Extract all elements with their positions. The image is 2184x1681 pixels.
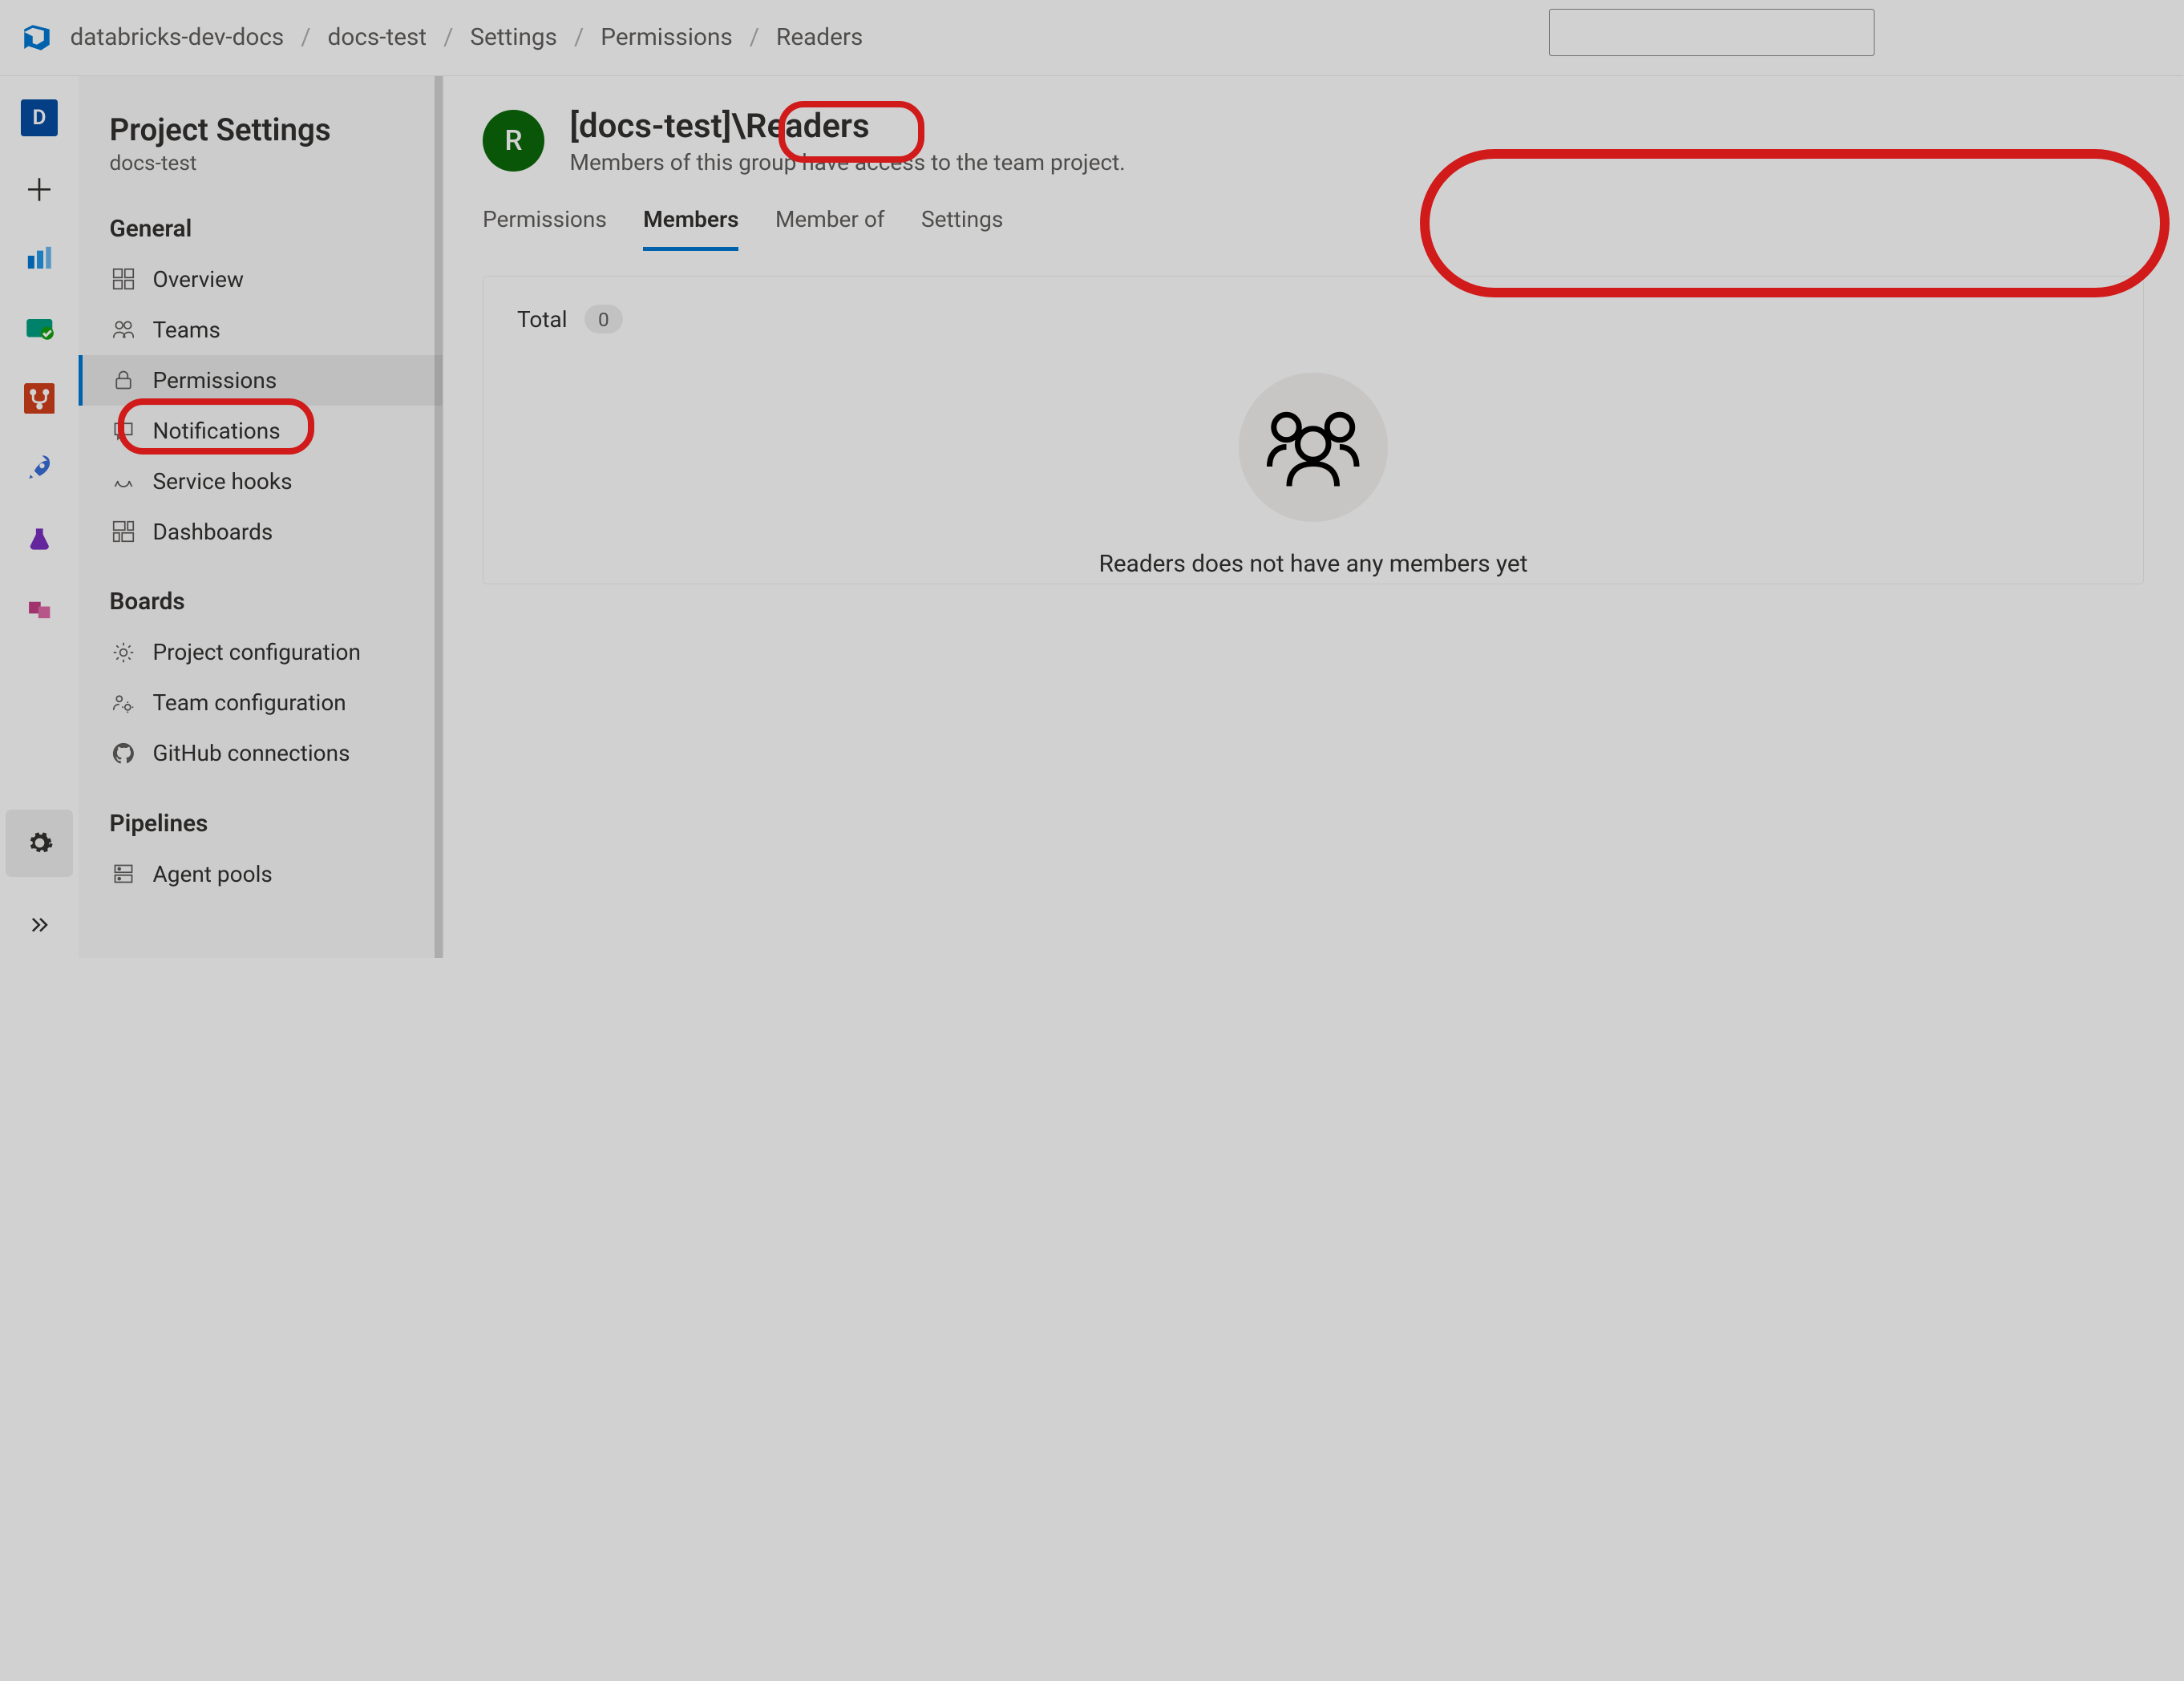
repos-icon: [24, 383, 55, 414]
artifacts-icon: [24, 595, 55, 623]
gear-small-icon: [111, 640, 136, 665]
tab-settings[interactable]: Settings: [921, 198, 1003, 251]
rail-artifacts[interactable]: [11, 581, 67, 637]
sidebar-item-github-connections[interactable]: GitHub connections: [79, 728, 443, 778]
group-subtitle: Members of this group have access to the…: [570, 149, 1126, 176]
global-search-input[interactable]: [1549, 9, 1875, 57]
tab-permissions[interactable]: Permissions: [483, 198, 607, 251]
group-title-prefix: [docs-test]\: [570, 107, 746, 146]
rail-overview[interactable]: [11, 230, 67, 286]
sidebar-section-general: General: [79, 204, 443, 254]
sidebar-item-label: Service hooks: [153, 468, 293, 495]
sidebar-item-label: Permissions: [153, 367, 277, 394]
sidebar-project-name: docs-test: [79, 148, 443, 204]
sidebar-item-label: Notifications: [153, 418, 281, 444]
rail-project-settings[interactable]: [6, 810, 73, 877]
empty-state-text: Readers does not have any members yet: [1099, 550, 1528, 578]
settings-sidebar: Project Settings docs-test General Overv…: [79, 76, 443, 959]
main-content: R [docs-test]\Readers Members of this gr…: [443, 76, 2183, 959]
group-tabs: Permissions Members Member of Settings: [483, 198, 2144, 251]
sidebar-item-label: GitHub connections: [153, 740, 350, 766]
sidebar-item-agent-pools[interactable]: Agent pools: [79, 849, 443, 899]
breadcrumb-project[interactable]: docs-test: [325, 21, 430, 55]
rail-project-tile[interactable]: D: [11, 90, 67, 146]
top-bar: databricks-dev-docs / docs-test / Settin…: [0, 0, 2183, 76]
group-title-name: Readers: [746, 107, 870, 146]
github-icon: [111, 741, 136, 766]
plus-icon: ＋: [24, 166, 55, 211]
total-label: Total: [517, 306, 568, 333]
rocket-icon: [24, 453, 55, 484]
chevron-double-right-icon: [26, 912, 52, 938]
sidebar-item-label: Agent pools: [153, 861, 273, 887]
sidebar-item-label: Team configuration: [153, 689, 346, 716]
overview-icon: [24, 243, 55, 274]
breadcrumb-separator: /: [750, 23, 759, 51]
rail-testplans[interactable]: [11, 511, 67, 567]
sidebar-item-dashboards[interactable]: Dashboards: [79, 507, 443, 557]
rail-boards[interactable]: [11, 301, 67, 357]
breadcrumb-settings[interactable]: Settings: [467, 21, 560, 55]
breadcrumb-readers[interactable]: Readers: [774, 21, 866, 55]
sidebar-item-service-hooks[interactable]: Service hooks: [79, 456, 443, 507]
sidebar-section-boards: Boards: [79, 576, 443, 627]
sidebar-item-notifications[interactable]: Notifications: [79, 406, 443, 456]
empty-state-icon: [1239, 373, 1388, 522]
total-count-badge: 0: [584, 305, 624, 333]
breadcrumb-permissions[interactable]: Permissions: [598, 21, 735, 55]
sidebar-item-team-config[interactable]: Team configuration: [79, 677, 443, 728]
people-icon: [111, 317, 136, 342]
tab-member-of[interactable]: Member of: [775, 198, 885, 251]
group-avatar: R: [483, 110, 544, 172]
rail-pipelines[interactable]: [11, 441, 67, 497]
team-gear-icon: [111, 690, 136, 716]
sidebar-title: Project Settings: [79, 112, 443, 148]
chat-icon: [111, 418, 136, 443]
gear-icon: [26, 829, 54, 857]
hook-icon: [111, 468, 136, 494]
flask-icon: [24, 525, 55, 553]
sidebar-item-label: Dashboards: [153, 519, 273, 545]
breadcrumb-separator: /: [574, 23, 584, 51]
boards-icon: [24, 313, 55, 344]
sidebar-item-label: Overview: [153, 266, 245, 293]
tab-members[interactable]: Members: [643, 198, 738, 251]
sidebar-item-overview[interactable]: Overview: [79, 254, 443, 305]
members-panel: Total 0 Readers does not have any member…: [483, 276, 2144, 584]
breadcrumb-org[interactable]: databricks-dev-docs: [67, 21, 287, 55]
sidebar-item-teams[interactable]: Teams: [79, 305, 443, 355]
breadcrumb: databricks-dev-docs / docs-test / Settin…: [67, 21, 866, 55]
project-initial-icon: D: [21, 99, 58, 136]
rail-add-button[interactable]: ＋: [11, 160, 67, 216]
server-icon: [111, 861, 136, 887]
rail-repos[interactable]: [11, 370, 67, 426]
breadcrumb-separator: /: [301, 23, 310, 51]
left-nav-rail: D ＋: [0, 76, 79, 959]
rail-expand-toggle[interactable]: [6, 891, 73, 958]
dashboard-icon: [111, 519, 136, 544]
group-title: [docs-test]\Readers: [570, 107, 1126, 146]
sidebar-item-permissions[interactable]: Permissions: [79, 355, 443, 406]
breadcrumb-separator: /: [443, 23, 453, 51]
lock-icon: [111, 367, 136, 393]
group-empty-icon: [1261, 405, 1365, 489]
sidebar-item-project-config[interactable]: Project configuration: [79, 627, 443, 677]
sidebar-item-label: Project configuration: [153, 639, 362, 665]
grid-icon: [111, 266, 136, 292]
sidebar-item-label: Teams: [153, 317, 220, 343]
azure-devops-logo-icon[interactable]: [20, 21, 54, 55]
sidebar-section-pipelines: Pipelines: [79, 798, 443, 849]
